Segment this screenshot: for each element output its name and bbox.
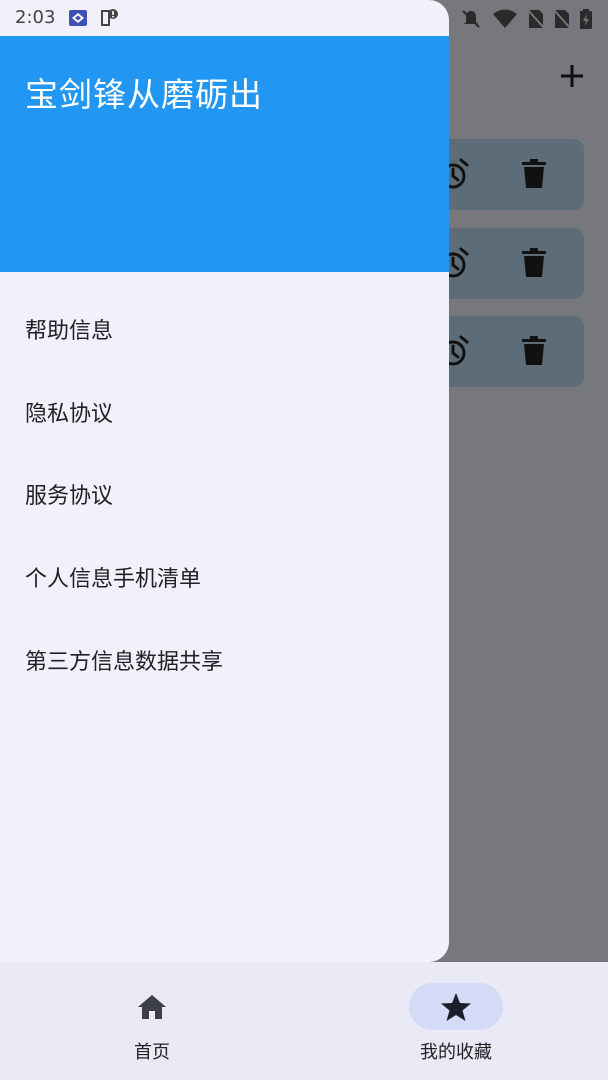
nav-favorites[interactable]: 我的收藏 — [304, 962, 608, 1080]
document-notification-icon — [101, 9, 118, 26]
drawer-item-label: 隐私协议 — [25, 402, 114, 427]
nav-label: 首页 — [134, 1042, 170, 1063]
drawer-item-label: 个人信息手机清单 — [25, 567, 202, 592]
star-icon — [441, 993, 471, 1021]
drawer-item-service[interactable]: 服务协议 — [0, 452, 449, 534]
no-sim-icon — [527, 9, 545, 29]
drawer-header: 宝剑锋从磨砺出 — [0, 36, 449, 272]
app-notification-icon — [69, 10, 87, 26]
no-sim-icon — [553, 9, 571, 29]
navigation-drawer: 2:03 宝剑锋从磨砺出 帮助信息 隐私协议 服务协议 个人信息手机清单 第三方… — [0, 0, 449, 962]
drawer-item-help[interactable]: 帮助信息 — [0, 287, 449, 369]
drawer-item-label: 第三方信息数据共享 — [25, 650, 224, 675]
nav-home[interactable]: 首页 — [0, 962, 304, 1080]
drawer-item-privacy[interactable]: 隐私协议 — [0, 370, 449, 452]
wifi-icon — [493, 9, 517, 28]
drawer-item-label: 帮助信息 — [25, 319, 114, 344]
drawer-item-third-party[interactable]: 第三方信息数据共享 — [0, 618, 449, 700]
home-icon — [138, 995, 166, 1019]
drawer-item-label: 服务协议 — [25, 484, 114, 509]
drawer-title: 宝剑锋从磨砺出 — [25, 75, 263, 114]
drawer-item-personal-info[interactable]: 个人信息手机清单 — [0, 535, 449, 617]
bell-off-icon — [462, 10, 480, 28]
battery-icon — [580, 9, 592, 29]
status-time: 2:03 — [15, 7, 56, 28]
bottom-navigation: 首页 我的收藏 — [0, 962, 608, 1080]
nav-label: 我的收藏 — [420, 1042, 492, 1063]
